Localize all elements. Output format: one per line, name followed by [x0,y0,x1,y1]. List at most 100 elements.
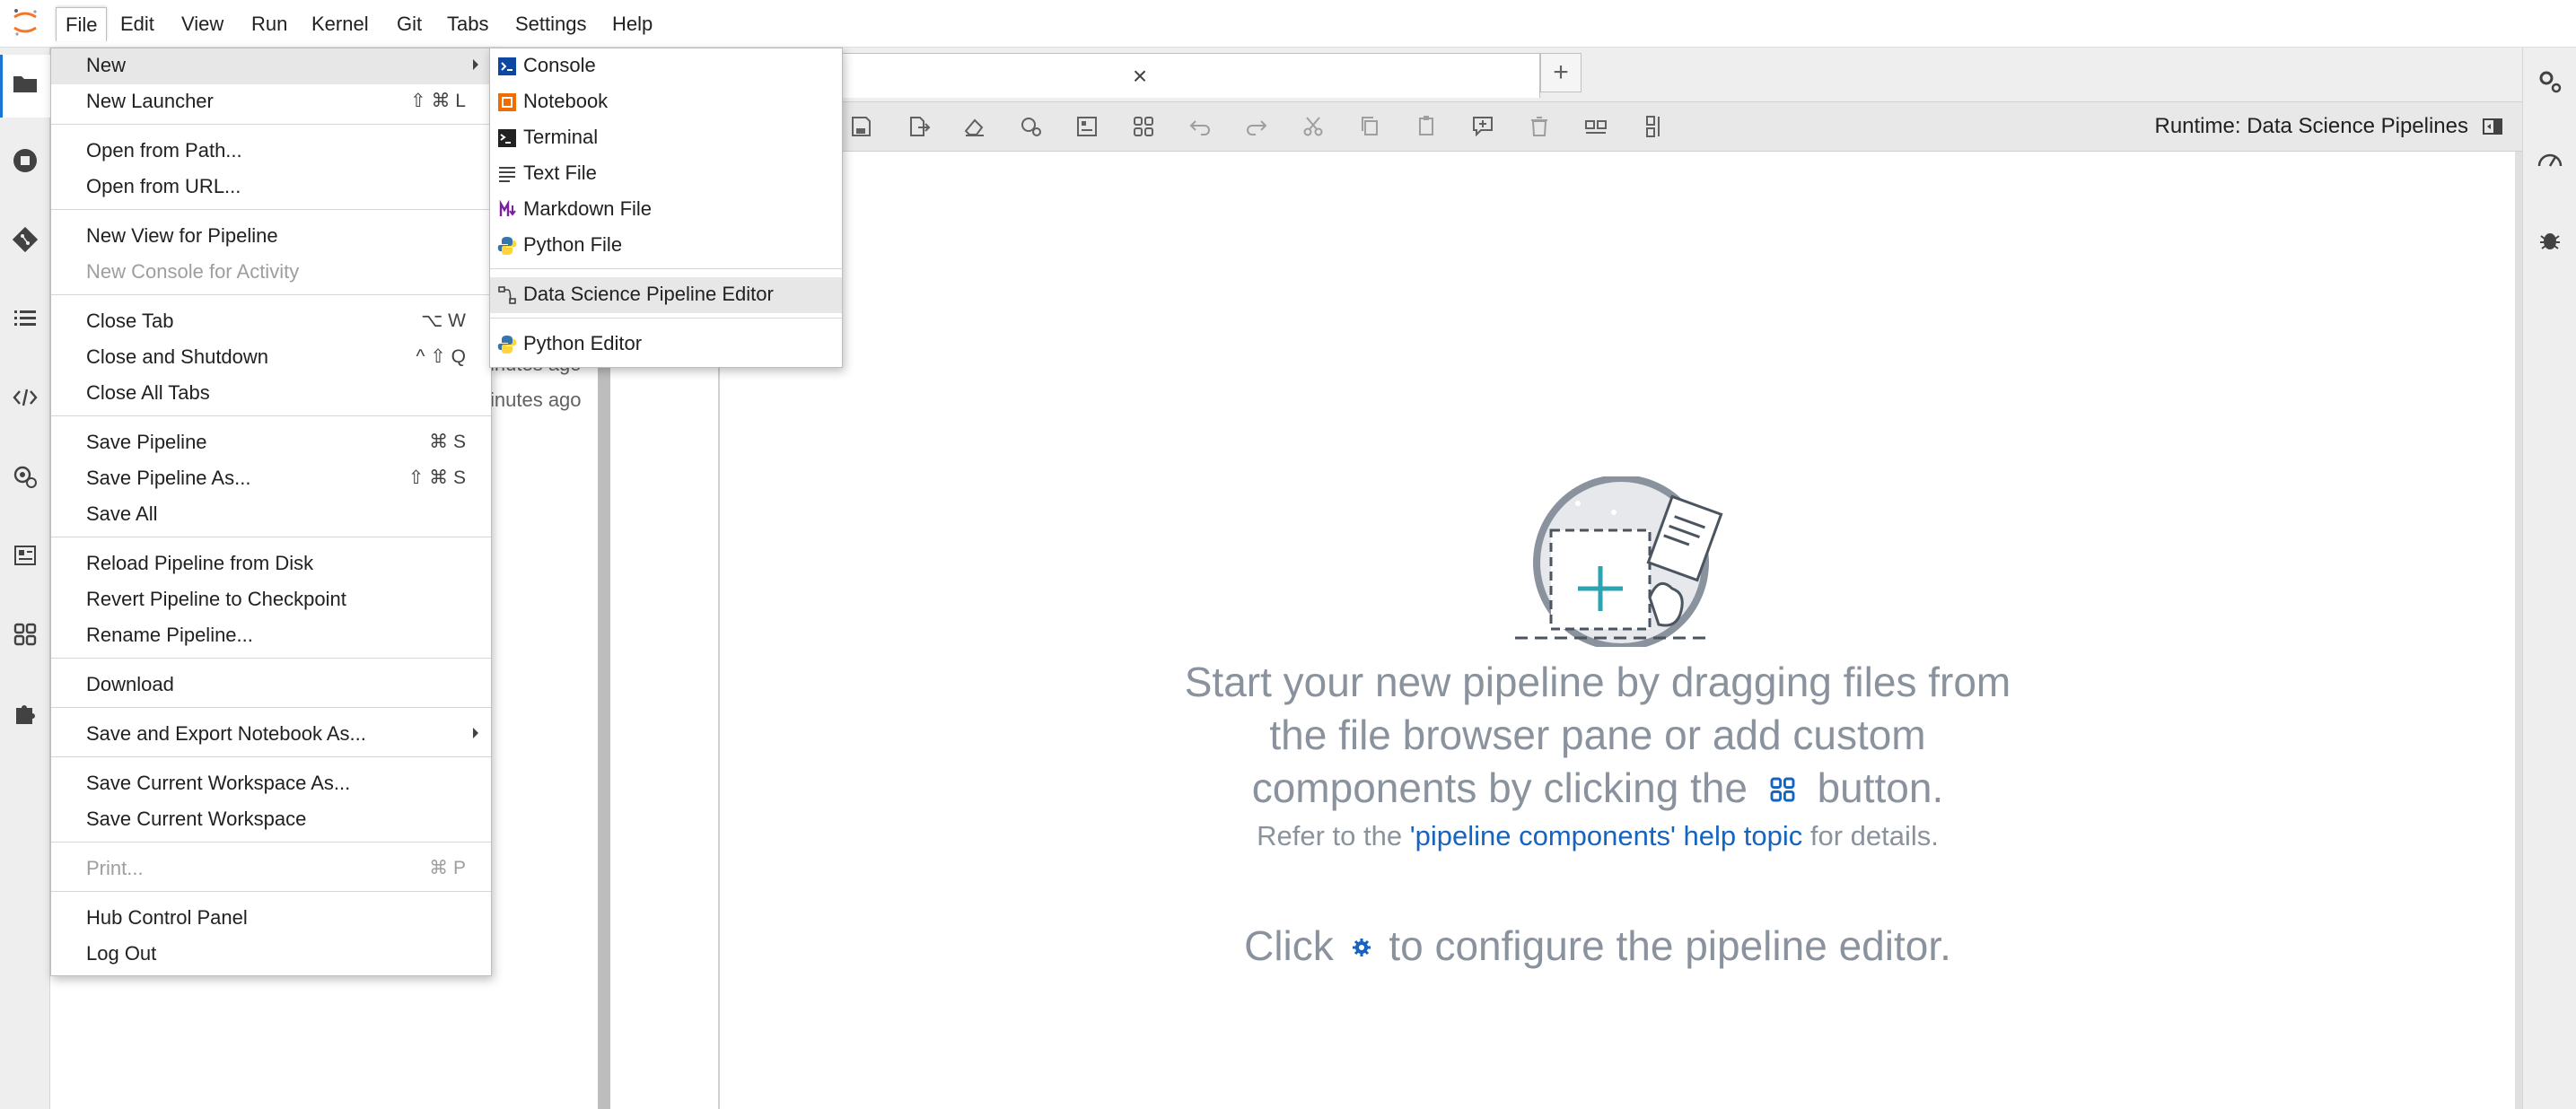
menu-kernel[interactable]: Kernel [302,7,378,41]
delete-icon[interactable] [1526,113,1553,140]
menu-item-new-console-for-activity: New Console for Activity [51,255,491,291]
menu-view[interactable]: View [172,7,232,41]
canvas-scrollbar[interactable] [2515,152,2522,1109]
menu-item-close-and-shutdown[interactable]: Close and Shutdown ^ ⇧ Q [51,340,491,376]
menu-separator [51,294,491,295]
code-snippets-icon[interactable] [11,383,39,412]
menu-item-shortcut: ⇧ ⌘ L [410,91,466,111]
jupyter-logo-icon[interactable] [9,6,41,39]
runtimes-icon[interactable] [1017,113,1044,140]
submenu-arrow-icon [473,728,478,738]
submenu-item-label: Markdown File [523,197,653,220]
git-icon[interactable] [11,225,39,254]
arrange-vertical-icon[interactable] [1639,113,1666,140]
menu-item-log-out[interactable]: Log Out [51,937,491,973]
submenu-item-python-file[interactable]: Python File [490,228,842,264]
running-stop-icon[interactable] [11,146,39,175]
gear-icon[interactable] [1351,937,1372,958]
menu-item-close-all-tabs[interactable]: Close All Tabs [51,376,491,412]
submenu-item-markdown-file[interactable]: Markdown File [490,192,842,228]
menu-item-revert-pipeline[interactable]: Revert Pipeline to Checkpoint [51,582,491,618]
menu-run[interactable]: Run [242,7,296,41]
menu-item-save-all[interactable]: Save All [51,497,491,533]
menu-file[interactable]: File [56,7,108,41]
pipeline-tab[interactable]: × [840,53,1540,98]
arrange-horizontal-icon[interactable] [1582,113,1609,140]
menu-item-label: Reload Pipeline from Disk [86,552,314,574]
menu-edit[interactable]: Edit [111,7,163,41]
notebook-icon [498,93,516,111]
menu-item-open-from-path[interactable]: Open from Path... [51,134,491,170]
copy-icon[interactable] [1356,113,1383,140]
submenu-item-pipeline-editor[interactable]: Data Science Pipeline Editor [490,277,842,313]
menu-item-hub-control-panel[interactable]: Hub Control Panel [51,901,491,937]
folder-icon[interactable] [11,69,39,98]
runtime-images-icon[interactable] [11,541,39,570]
runtime-images-icon[interactable] [1073,113,1100,140]
menu-settings[interactable]: Settings [506,7,596,41]
python-icon [497,237,517,255]
menu-item-close-tab[interactable]: Close Tab ⌥ W [51,304,491,340]
redo-icon[interactable] [1243,113,1270,140]
menu-item-new-view-for-pipeline[interactable]: New View for Pipeline [51,219,491,255]
empty-state-configure: Click to configure the pipeline editor. [969,921,2226,970]
submenu-item-notebook[interactable]: Notebook [490,84,842,120]
resource-usage-gauge-icon[interactable] [2536,146,2564,175]
submenu-item-label: Text File [523,162,597,184]
submenu-item-label: Terminal [523,126,599,148]
menu-item-save-and-export[interactable]: Save and Export Notebook As... [51,717,491,753]
menu-item-new[interactable]: New [51,48,491,84]
menu-item-save-workspace-as[interactable]: Save Current Workspace As... [51,766,491,802]
menu-item-label: New Console for Activity [86,260,300,283]
property-inspector-gears-icon[interactable] [2536,67,2564,96]
paste-icon[interactable] [1413,113,1440,140]
add-tab-button[interactable]: + [1540,53,1582,92]
menu-item-reload-pipeline[interactable]: Reload Pipeline from Disk [51,546,491,582]
submenu-item-text-file[interactable]: Text File [490,156,842,192]
menu-separator [51,658,491,659]
empty-state-line: Start your new pipeline by dragging file… [1184,659,2011,705]
add-comment-icon[interactable] [1469,113,1496,140]
menu-item-new-launcher[interactable]: New Launcher ⇧ ⌘ L [51,84,491,120]
markdown-icon [499,200,516,216]
toggle-properties-panel-icon[interactable] [2479,113,2506,140]
submenu-item-terminal[interactable]: Terminal [490,120,842,156]
undo-icon[interactable] [1187,113,1214,140]
drag-drop-illustration-icon [1515,476,1723,647]
help-topic-link[interactable]: 'pipeline components' help topic [1410,820,1803,851]
runtime-label: Runtime: Data Science Pipelines [2154,114,2468,138]
menu-item-save-pipeline-as[interactable]: Save Pipeline As... ⇧ ⌘ S [51,461,491,497]
pipeline-canvas[interactable]: Start your new pipeline by dragging file… [610,152,2522,1109]
component-catalogs-icon[interactable] [1766,773,1799,806]
runtimes-icon[interactable] [11,462,39,491]
export-icon[interactable] [904,113,931,140]
menu-tabs[interactable]: Tabs [438,7,497,41]
component-catalogs-icon[interactable] [1130,113,1157,140]
menu-item-label: Hub Control Panel [86,906,248,929]
text-file-icon [499,167,515,182]
menu-separator [51,415,491,416]
submenu-item-console[interactable]: Console [490,48,842,84]
close-tab-icon[interactable]: × [1126,63,1153,90]
table-of-contents-icon[interactable] [11,304,39,333]
left-activity-bar [0,48,50,1109]
debugger-bug-icon[interactable] [2536,225,2564,254]
save-icon[interactable] [847,113,874,140]
menu-item-rename-pipeline[interactable]: Rename Pipeline... [51,618,491,654]
pipeline-toolbar: Runtime: Data Science Pipelines [610,101,2522,152]
main-area: × + Runtime: Data Science Pipelines Star… [610,48,2522,1109]
menu-item-save-pipeline[interactable]: Save Pipeline ⌘ S [51,425,491,461]
menu-git[interactable]: Git [388,7,431,41]
component-catalogs-icon[interactable] [11,620,39,649]
menu-separator [490,268,842,269]
submenu-item-label: Notebook [523,90,609,112]
menu-separator [51,707,491,708]
menu-item-save-workspace[interactable]: Save Current Workspace [51,802,491,838]
menu-item-download[interactable]: Download [51,668,491,703]
extension-manager-icon[interactable] [11,699,39,728]
clear-pipeline-icon[interactable] [960,113,987,140]
menu-item-open-from-url[interactable]: Open from URL... [51,170,491,205]
submenu-item-python-editor[interactable]: Python Editor [490,327,842,362]
cut-icon[interactable] [1300,113,1327,140]
menu-help[interactable]: Help [603,7,662,41]
